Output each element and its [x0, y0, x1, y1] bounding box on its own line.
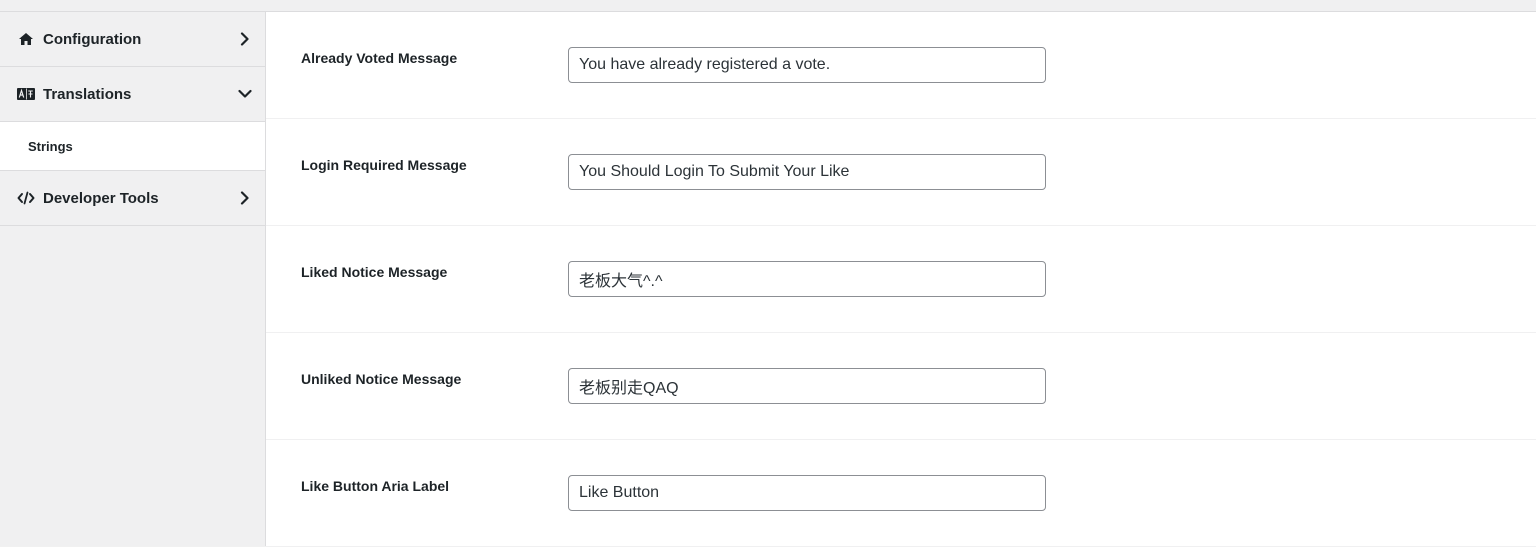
chevron-down-icon — [238, 87, 252, 101]
like-button-aria-label-input[interactable] — [568, 475, 1046, 511]
login-required-message-label: Login Required Message — [301, 157, 467, 173]
sidebar: Configuration Translations Strings Devel… — [0, 12, 266, 546]
like-button-aria-label-label: Like Button Aria Label — [301, 478, 450, 494]
sidebar-item-translations[interactable]: Translations — [0, 67, 265, 122]
sidebar-subitem-label: Strings — [28, 138, 73, 154]
sidebar-item-label: Configuration — [43, 30, 142, 48]
translate-icon — [17, 86, 35, 102]
chevron-right-icon — [238, 32, 252, 46]
settings-row-unliked-notice: Unliked Notice Message — [266, 333, 1536, 440]
already-voted-message-input[interactable] — [568, 47, 1046, 83]
sidebar-item-developer-tools[interactable]: Developer Tools — [0, 171, 265, 226]
top-bar — [0, 0, 1536, 12]
already-voted-message-label: Already Voted Message — [301, 50, 458, 66]
sidebar-item-label: Developer Tools — [43, 189, 159, 207]
sidebar-item-configuration[interactable]: Configuration — [0, 12, 265, 67]
settings-row-already-voted: Already Voted Message — [266, 12, 1536, 119]
sidebar-subitem-strings[interactable]: Strings — [0, 122, 265, 171]
liked-notice-message-input[interactable] — [568, 261, 1046, 297]
unliked-notice-message-label: Unliked Notice Message — [301, 371, 462, 387]
unliked-notice-message-input[interactable] — [568, 368, 1046, 404]
home-icon — [17, 31, 35, 47]
liked-notice-message-label: Liked Notice Message — [301, 264, 448, 280]
settings-panel: Already Voted Message Login Required Mes… — [266, 12, 1536, 547]
code-icon — [17, 190, 35, 206]
settings-row-like-button-aria: Like Button Aria Label — [266, 440, 1536, 547]
settings-row-liked-notice: Liked Notice Message — [266, 226, 1536, 333]
settings-row-login-required: Login Required Message — [266, 119, 1536, 226]
chevron-right-icon — [238, 191, 252, 205]
login-required-message-input[interactable] — [568, 154, 1046, 190]
sidebar-item-label: Translations — [43, 85, 132, 103]
